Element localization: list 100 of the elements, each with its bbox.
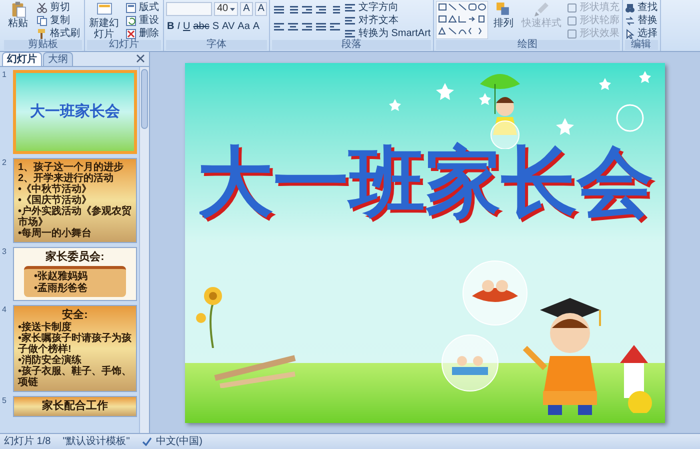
toolbar-button[interactable]: [300, 3, 314, 16]
slide-text: •户外实践活动《参观农贸市场》: [18, 206, 132, 228]
format-button[interactable]: A: [252, 20, 261, 34]
ribbon-command[interactable]: 转换为 SmartArt: [345, 27, 431, 40]
format-button[interactable]: B: [166, 20, 176, 34]
status-text: "默认设计模板": [62, 436, 130, 448]
slide-title: 安全:: [61, 309, 89, 321]
font-size-button[interactable]: A: [254, 2, 268, 16]
slide-number: 5: [2, 396, 8, 406]
brush-icon: [533, 1, 550, 18]
ribbon-command[interactable]: 文字方向: [345, 1, 431, 14]
format-button[interactable]: I: [176, 20, 182, 34]
layout-icon: [126, 2, 136, 12]
slide-title: 大一班家长会: [196, 138, 654, 226]
slide-thumbnail[interactable]: 1、孩子这一个月的进步 2、开学来进行的活动 •《中秋节活动》 •《国庆节活动》 •户外实践活动《参观农贸市场》 •每周一的小舞台: [13, 158, 137, 243]
slide-text: •消防安全演练: [18, 355, 82, 366]
font-size-button[interactable]: A: [240, 2, 253, 16]
panel-tab[interactable]: 大纲: [43, 52, 73, 66]
justify-icon: [316, 22, 326, 32]
ribbon-large-button[interactable]: 粘贴: [4, 1, 32, 29]
ribbon-command[interactable]: 删除: [124, 27, 161, 40]
replace-icon: [624, 16, 635, 26]
status-text: 中文(中国): [156, 436, 202, 448]
toolbar-button[interactable]: [272, 20, 286, 33]
toolbar-button[interactable]: [314, 3, 328, 16]
slide-text: •《中秋节活动》: [18, 184, 93, 195]
clipboard-icon: [10, 1, 26, 18]
group-label: 段落: [272, 40, 431, 50]
group-label: 编辑: [624, 40, 658, 50]
slide-number: 4: [2, 305, 8, 315]
check-icon: [142, 437, 152, 446]
slide-text: 2、开学来进行的活动: [18, 173, 115, 184]
slide-text: •孩子衣服、鞋子、手饰、项链: [18, 366, 132, 388]
slide-text: •孟雨彤爸爸: [34, 283, 89, 295]
columns-icon: [330, 22, 340, 32]
group-label: 字体: [166, 40, 268, 50]
toolbar-button[interactable]: [272, 3, 286, 16]
reset-icon: [126, 16, 136, 26]
text-lines-icon: [345, 16, 356, 26]
panel-tab[interactable]: 幻灯片: [2, 52, 42, 66]
slide-text: •家长嘱孩子时请孩子为孩子做个榜样!: [18, 333, 132, 355]
brush-icon: [37, 28, 47, 38]
slide-text: •张赵雅妈妈: [34, 271, 89, 282]
slide-text: •《国庆节活动》: [18, 195, 92, 206]
slide-text: •接送卡制度: [18, 322, 72, 333]
format-button[interactable]: S: [211, 20, 220, 34]
increase-indent-icon: [316, 4, 326, 14]
bubble-drawing: [615, 102, 645, 132]
ribbon-command[interactable]: 重设: [124, 14, 161, 27]
scrollbar-thumb[interactable]: [141, 69, 148, 129]
shape-gallery-drawing: [436, 1, 488, 39]
ribbon-command[interactable]: 格式刷: [35, 27, 82, 40]
copy-icon: [37, 16, 47, 26]
group-label: 剪贴板: [4, 40, 82, 50]
kids-in-bubble-drawing: [440, 332, 500, 392]
scrollbar[interactable]: [139, 67, 149, 433]
format-button[interactable]: Aa: [236, 20, 251, 34]
toolbar-button[interactable]: [314, 20, 328, 33]
toolbar-button[interactable]: [328, 20, 342, 33]
slide-thumbnail[interactable]: 安全: •接送卡制度 •家长嘱孩子时请孩子为孩子做个榜样! •消防安全演练 •孩子衣服、鞋子、手饰、项链: [13, 305, 137, 392]
ribbon-command[interactable]: 对齐文本: [345, 14, 431, 27]
format-button[interactable]: AV: [221, 20, 236, 34]
slide-text: •每周一的小舞台: [18, 228, 93, 239]
format-button[interactable]: U: [182, 20, 192, 34]
bullet-list-icon: [274, 4, 284, 14]
text-lines-icon: [345, 2, 356, 12]
delete-icon: [126, 28, 136, 38]
ribbon-command[interactable]: 选择: [624, 27, 658, 40]
status-text: 幻灯片 1/8: [4, 436, 51, 448]
toolbar-button[interactable]: [300, 20, 314, 33]
ribbon-command[interactable]: 查找: [624, 1, 658, 14]
binoculars-icon: [624, 2, 635, 12]
decrease-indent-icon: [302, 4, 312, 14]
close-icon: [136, 54, 145, 63]
ribbon-command[interactable]: 剪切: [35, 1, 82, 14]
format-button[interactable]: abc: [192, 20, 210, 34]
scissors-icon: [37, 2, 47, 12]
font-size-field[interactable]: 40: [214, 2, 238, 16]
kids-in-bubble-drawing: [460, 258, 530, 328]
ribbon-command[interactable]: 版式: [124, 1, 161, 14]
slide-thumbnail[interactable]: 家长配合工作: [13, 396, 137, 417]
ribbon-large-button[interactable]: 新建幻灯片: [87, 1, 121, 40]
slide-thumbnail[interactable]: 家长委员会: •张赵雅妈妈 •孟雨彤爸爸: [13, 247, 137, 301]
ribbon-command[interactable]: 复制: [35, 14, 82, 27]
align-center-icon: [288, 22, 298, 32]
ribbon-command[interactable]: 替换: [624, 14, 658, 27]
caret-icon: [230, 8, 236, 10]
slide-title: 大一班家长会: [30, 103, 120, 121]
numbered-list-icon: [288, 4, 298, 14]
slide-number: 2: [2, 158, 8, 168]
slide-thumbnail[interactable]: 大一班家长会: [13, 70, 137, 154]
align-right-icon: [302, 22, 312, 32]
cursor-icon: [624, 28, 635, 38]
font-name-field[interactable]: [166, 2, 212, 16]
slide-title: 家长委员会:: [44, 251, 106, 264]
ribbon-large-button[interactable]: 排列: [490, 1, 517, 29]
group-label: 幻灯片: [87, 40, 161, 50]
slide-number: 1: [2, 70, 8, 80]
toolbar-button[interactable]: [286, 20, 300, 33]
align-left-icon: [274, 22, 284, 32]
